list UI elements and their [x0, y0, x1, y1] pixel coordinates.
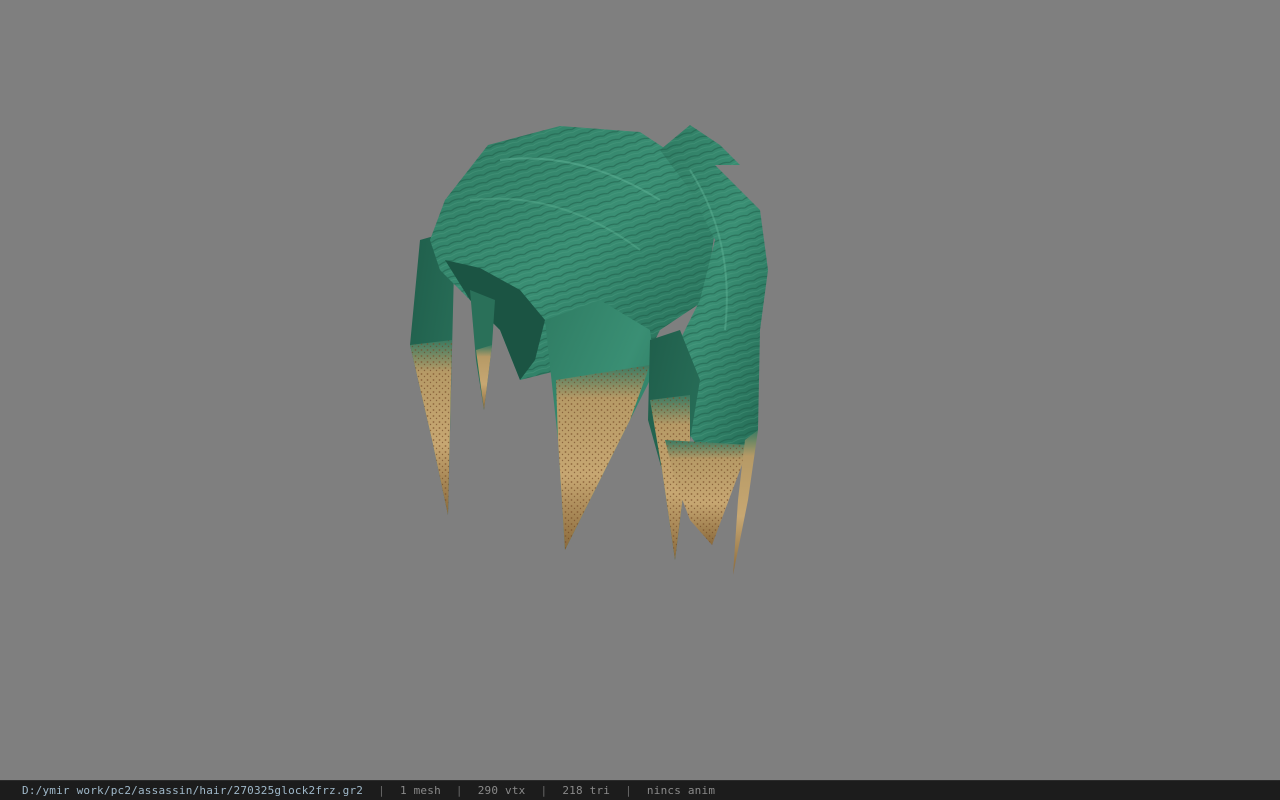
triangle-count-label: 218 tri [562, 784, 611, 797]
status-separator: | [378, 784, 385, 797]
status-separator: | [625, 784, 632, 797]
hair-model [410, 125, 768, 575]
mesh-count-label: 1 mesh [399, 784, 441, 797]
3d-viewport[interactable] [0, 0, 1280, 780]
animation-status-label: nincs anim [646, 784, 716, 797]
status-bar: D:/ymir work/pc2/assassin/hair/270325glo… [0, 780, 1280, 800]
status-separator: | [455, 784, 463, 797]
file-path-label: D:/ymir work/pc2/assassin/hair/270325glo… [22, 784, 364, 797]
status-separator: | [540, 784, 548, 797]
vertex-count-label: 290 vtx [477, 784, 526, 797]
